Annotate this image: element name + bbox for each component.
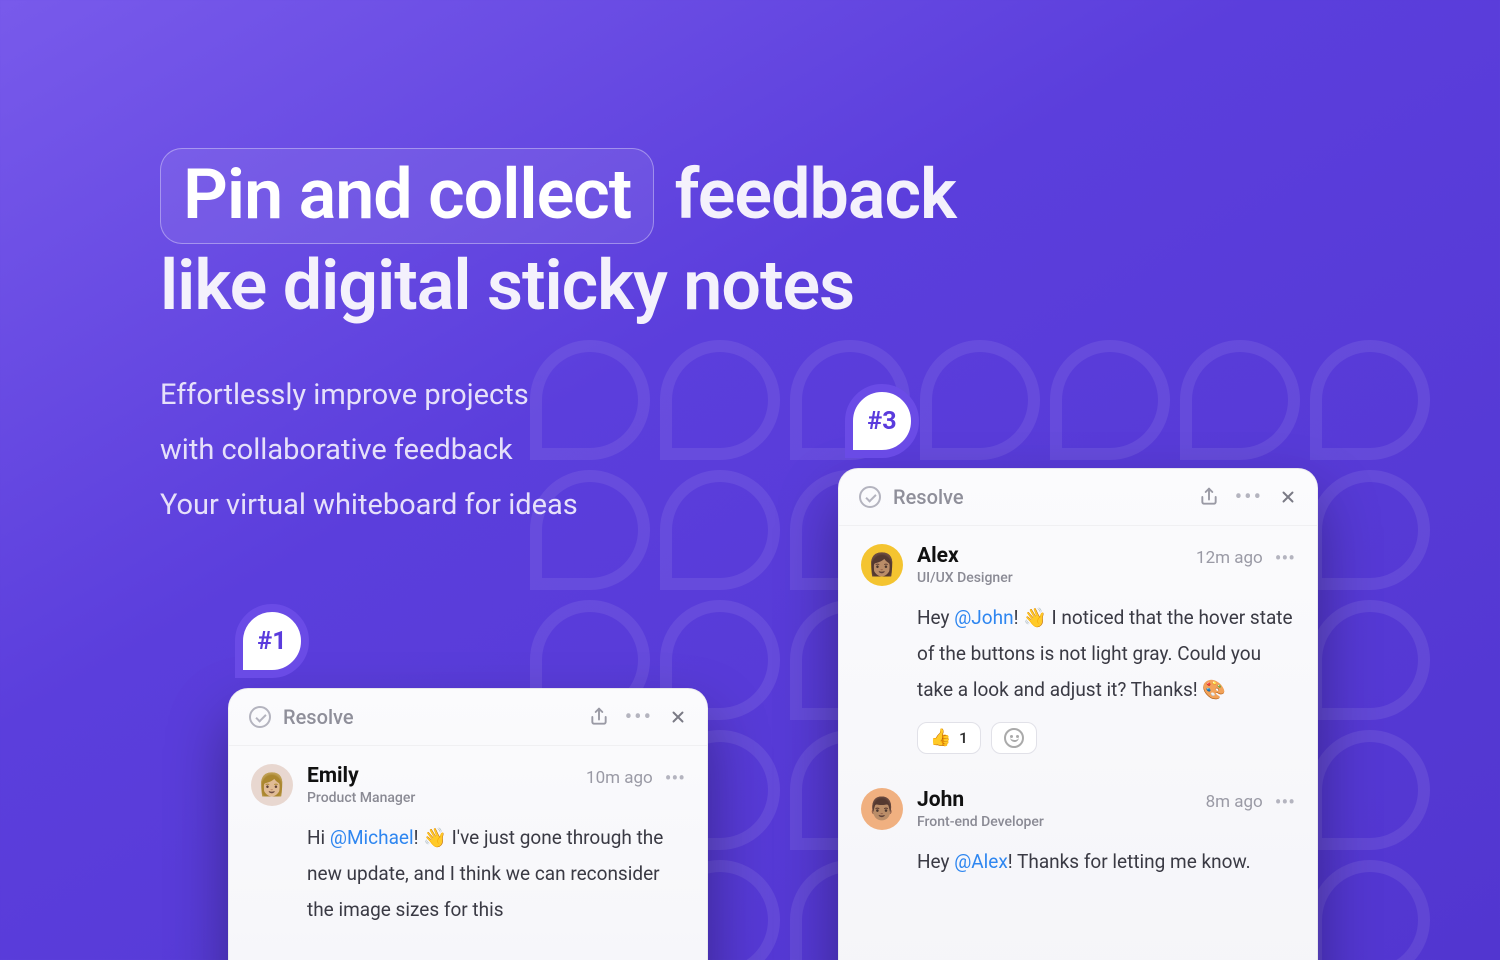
comment-role: Product Manager [307,790,572,806]
reaction-count: 1 [959,729,968,747]
mention[interactable]: @Alex [954,850,1008,873]
card-header: Resolve ••• [839,469,1317,526]
share-icon[interactable] [589,707,609,727]
comment-body: Hey @Alex! Thanks for letting me know. [917,844,1295,880]
comment-author: Emily [307,764,572,788]
more-icon[interactable]: ••• [1235,492,1263,503]
feedback-card-1: Resolve ••• 👩🏼 Emily Product Manager 10m… [228,688,708,960]
comment: 👩🏽 Alex UI/UX Designer 12m ago ••• Hey @… [839,526,1317,760]
hero-headline: Pin and collect feedback like digital st… [160,148,1060,328]
pin-badge-1[interactable]: #1 [235,604,309,678]
checkmark-circle-icon [859,486,881,508]
smiley-icon [1004,728,1024,748]
avatar: 👨🏽 [861,788,903,830]
comment-time: 8m ago [1206,792,1263,812]
hero-sub-line1: Effortlessly improve projects [160,368,1060,423]
pin-badge-3[interactable]: #3 [845,384,919,458]
comment-time: 10m ago [586,768,653,788]
comment-time: 12m ago [1196,548,1263,568]
comment-more-icon[interactable]: ••• [1275,546,1295,570]
avatar: 👩🏽 [861,544,903,586]
comment-role: Front-end Developer [917,814,1192,830]
checkmark-circle-icon [249,706,271,728]
comment-more-icon[interactable]: ••• [665,766,685,790]
comment-role: UI/UX Designer [917,570,1182,586]
comment-more-icon[interactable]: ••• [1275,790,1295,814]
mention[interactable]: @John [954,606,1013,629]
hero-pill: Pin and collect [160,148,654,244]
resolve-button[interactable]: Resolve [893,485,1187,509]
comment-body: Hey @John! 👋 I noticed that the hover st… [917,600,1295,708]
hero-headline-rest1: feedback [658,154,956,236]
reactions: 👍 1 [917,722,1295,754]
close-icon[interactable] [669,708,687,726]
more-icon[interactable]: ••• [625,712,653,723]
hero-headline-line2: like digital sticky notes [160,245,854,327]
avatar: 👩🏼 [251,764,293,806]
close-icon[interactable] [1279,488,1297,506]
pin-label: #3 [867,407,896,436]
feedback-card-3: Resolve ••• 👩🏽 Alex UI/UX Designer 12m a… [838,468,1318,960]
add-reaction-button[interactable] [991,722,1037,754]
mention[interactable]: @Michael [330,826,414,849]
resolve-button[interactable]: Resolve [283,705,577,729]
comment-author: John [917,788,1192,812]
comment-author: Alex [917,544,1182,568]
card-header: Resolve ••• [229,689,707,746]
reaction-emoji: 👍 [930,728,951,748]
comment: 👨🏽 John Front-end Developer 8m ago ••• H… [839,770,1317,886]
reaction-thumbsup[interactable]: 👍 1 [917,722,981,754]
comment: 👩🏼 Emily Product Manager 10m ago ••• Hi … [229,746,707,934]
share-icon[interactable] [1199,487,1219,507]
comment-body: Hi @Michael! 👋 I've just gone through th… [307,820,685,928]
pin-label: #1 [257,627,286,656]
